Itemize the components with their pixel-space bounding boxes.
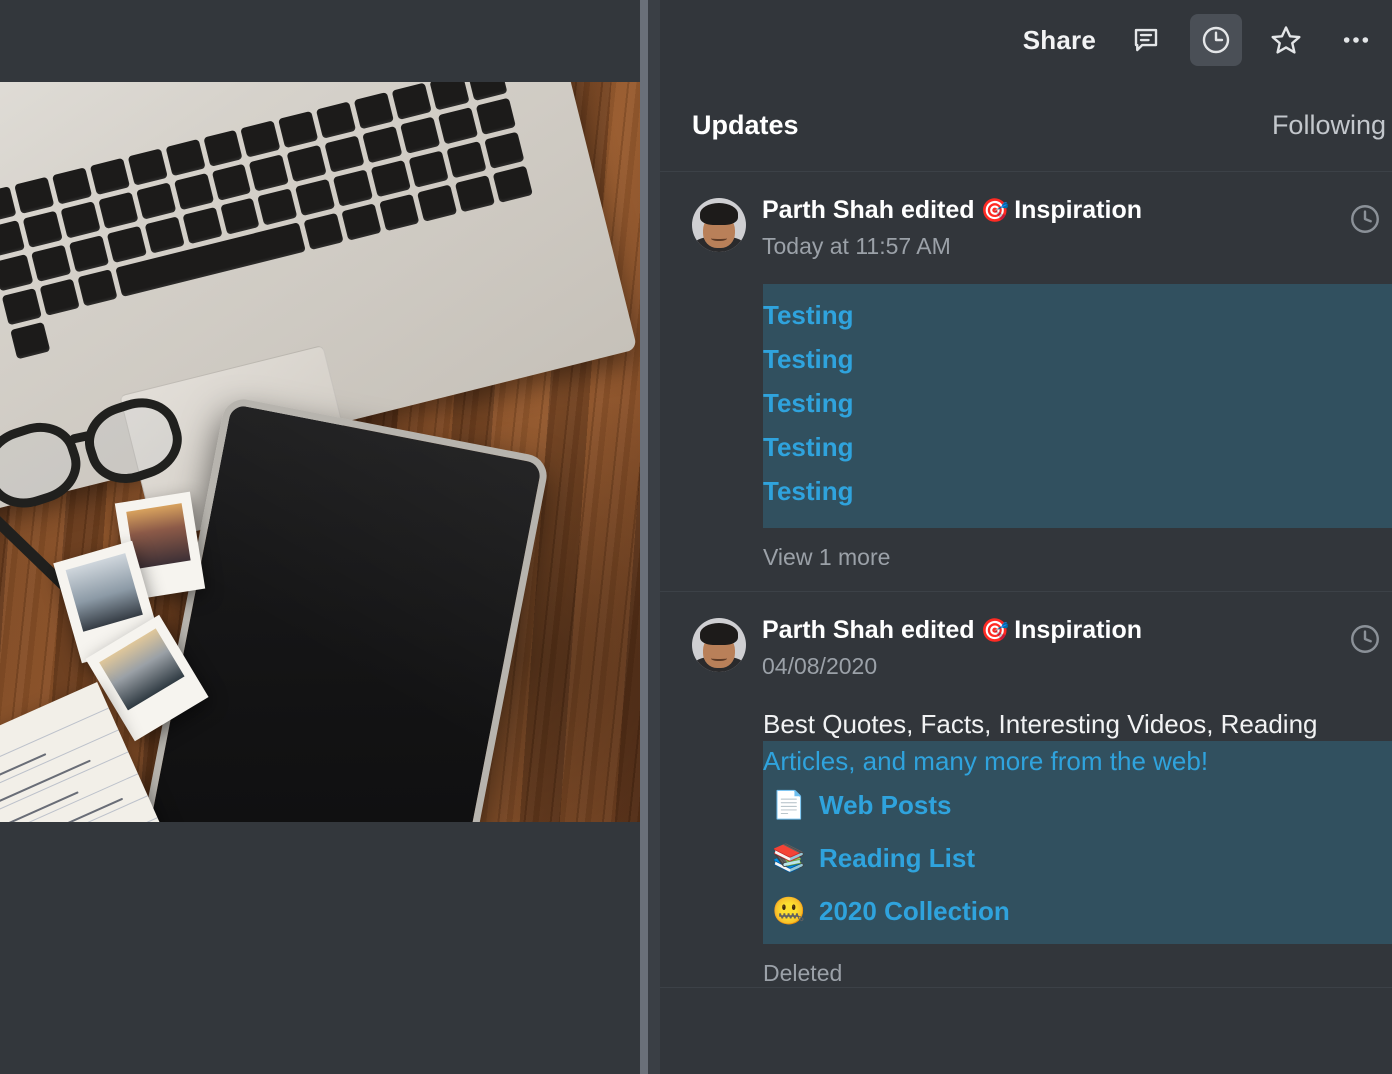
avatar [692, 617, 746, 672]
target-emoji: 🎯 [980, 616, 1010, 643]
page-facing-up-emoji: 📄 [772, 789, 806, 820]
change-line: Testing [763, 431, 854, 462]
target-emoji: 🎯 [980, 197, 1010, 223]
update-change-block: Testing Testing Testing Testing Testing [763, 283, 1392, 528]
history-clock-icon[interactable] [1190, 14, 1242, 66]
updates-header: Updates Following [660, 80, 1392, 172]
toolbar: Share [660, 0, 1392, 80]
deleted-label: Deleted [763, 959, 843, 986]
view-more-link[interactable]: View 1 more [660, 528, 1392, 591]
app-root: Share Updates Following Parth Shah edite… [0, 0, 1392, 1074]
update-author[interactable]: Parth Shah [762, 196, 894, 224]
list-item-label: Web Posts [819, 789, 952, 820]
update-target[interactable]: Inspiration [1014, 196, 1142, 224]
update-author[interactable]: Parth Shah [762, 616, 894, 644]
update-body-plain-line: Best Quotes, Facts, Interesting Videos, … [763, 708, 1318, 739]
zipper-mouth-face-emoji: 🤐 [772, 895, 806, 926]
clock-icon[interactable] [1348, 622, 1382, 656]
update-entry-title: Parth Shah edited 🎯 Inspiration [762, 196, 1378, 225]
update-timestamp: 04/08/2020 [762, 652, 878, 679]
preview-photo [0, 82, 640, 822]
list-item[interactable]: 🤐 2020 Collection [763, 885, 1392, 938]
clock-icon[interactable] [1348, 202, 1382, 236]
more-options-icon[interactable] [1330, 14, 1382, 66]
avatar [692, 198, 746, 252]
update-highlight-block: Articles, and many more from the web! 📄 … [763, 740, 1392, 944]
change-line: Testing [763, 387, 854, 418]
share-button[interactable]: Share [1017, 21, 1102, 60]
list-item-label: 2020 Collection [819, 895, 1010, 926]
list-item-label: Reading List [819, 842, 976, 873]
change-line: Testing [763, 343, 854, 374]
update-entry-meta: Parth Shah edited 🎯 Inspiration 04/08/2020 [762, 616, 1378, 680]
page-title: Updates [692, 110, 799, 140]
activity-pane: Share Updates Following Parth Shah edite… [660, 0, 1392, 1074]
comment-icon[interactable] [1120, 14, 1172, 66]
books-emoji: 📚 [772, 842, 806, 873]
update-entry: Parth Shah edited 🎯 Inspiration 04/08/2020… [660, 592, 1392, 988]
following-filter[interactable]: Following [1272, 110, 1386, 141]
update-action: edited [900, 196, 975, 224]
change-line: Testing [763, 299, 854, 330]
list-item[interactable]: 📄 Web Posts [763, 779, 1392, 832]
update-entry-header: Parth Shah edited 🎯 Inspiration Today at 1… [660, 196, 1392, 260]
update-entry-title: Parth Shah edited 🎯 Inspiration [762, 616, 1378, 645]
update-entry-header: Parth Shah edited 🎯 Inspiration 04/08/2020 [660, 616, 1392, 680]
change-line: Testing [763, 475, 854, 506]
laptop-keyboard [0, 82, 551, 398]
pane-divider[interactable] [640, 0, 660, 1074]
list-item[interactable]: 📚 Reading List [763, 832, 1392, 885]
update-entry: Parth Shah edited 🎯 Inspiration Today at 1… [660, 172, 1392, 592]
update-timestamp: Today at 11:57 AM [762, 232, 951, 259]
update-action: edited [900, 615, 975, 644]
image-preview-pane [0, 0, 640, 1074]
update-entry-meta: Parth Shah edited 🎯 Inspiration Today at 1… [762, 196, 1378, 260]
update-target[interactable]: Inspiration [1014, 616, 1142, 644]
update-body-link-line[interactable]: Articles, and many more from the web! [763, 741, 1392, 779]
star-icon[interactable] [1260, 14, 1312, 66]
update-body: Best Quotes, Facts, Interesting Videos, … [763, 708, 1392, 944]
